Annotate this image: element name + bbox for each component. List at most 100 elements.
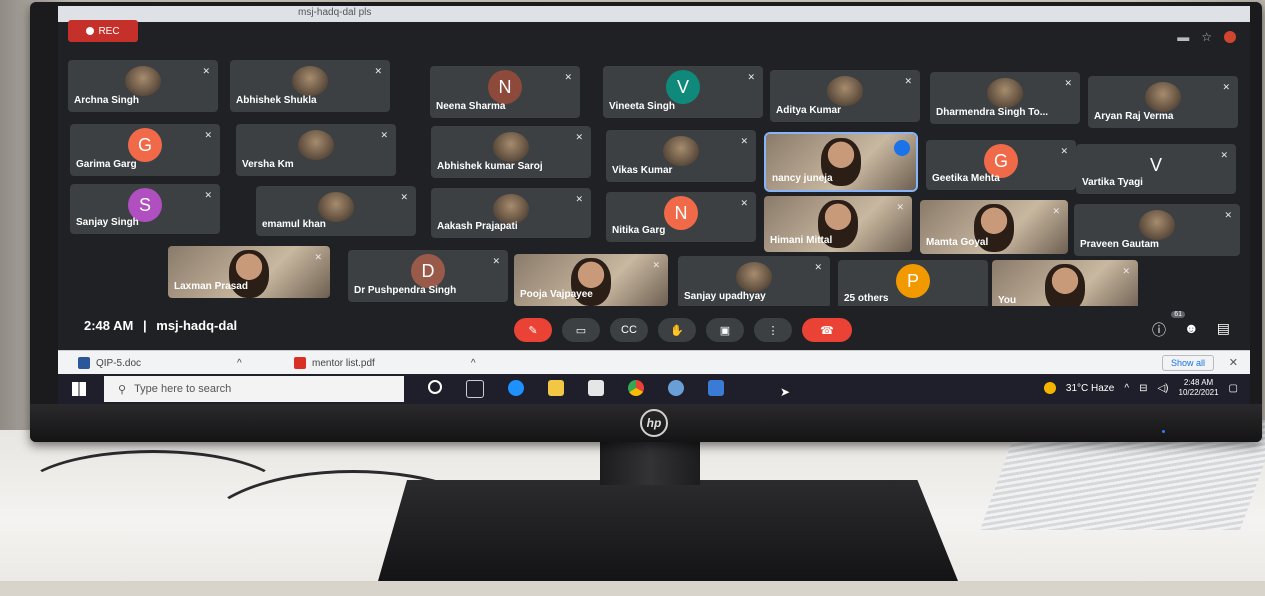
mic-muted-icon: ✕ <box>400 192 408 202</box>
participant-count-badge: 61 <box>1171 311 1185 318</box>
tab-title[interactable]: msj-hadq-dal pls <box>298 7 371 18</box>
speaking-indicator-icon <box>894 140 910 156</box>
participant-tile[interactable]: V Vineeta Singh ✕ <box>603 66 763 118</box>
network-icon[interactable]: ⊟ <box>1139 383 1147 394</box>
dash-icon[interactable]: ▬ <box>1177 30 1189 44</box>
cortana-icon[interactable] <box>428 380 442 394</box>
participant-name: nancy juneja <box>772 173 833 184</box>
participant-tile[interactable]: Aditya Kumar ✕ <box>770 70 920 122</box>
participant-avatar <box>493 194 529 224</box>
participant-name: emamul khan <box>262 219 326 230</box>
participant-tile[interactable]: G Geetika Mehta ✕ <box>926 140 1076 190</box>
participant-avatar <box>292 66 328 96</box>
participant-name: Aakash Prajapati <box>437 221 518 232</box>
participant-tile[interactable]: Dharmendra Singh To... ✕ <box>930 72 1080 124</box>
windows-start-icon[interactable] <box>72 382 86 396</box>
mic-muted-icon: ✕ <box>202 66 210 76</box>
participant-tile[interactable]: G Garima Garg ✕ <box>70 124 220 176</box>
profile-icon[interactable] <box>1224 31 1236 43</box>
participant-tile[interactable]: Praveen Gautam ✕ <box>1074 204 1240 256</box>
mic-off-icon[interactable]: ✎ <box>514 318 552 342</box>
mic-muted-icon: ✕ <box>314 252 322 262</box>
chrome-icon[interactable] <box>628 380 644 396</box>
participant-tile[interactable]: emamul khan ✕ <box>256 186 416 236</box>
mic-muted-icon: ✕ <box>740 136 748 146</box>
taskbar-search[interactable]: ⚲ Type here to search <box>104 376 404 402</box>
participant-tile[interactable]: Aakash Prajapati ✕ <box>431 188 591 238</box>
participant-tile[interactable]: Himani Mittal ✕ <box>764 196 912 252</box>
participant-name: Praveen Gautam <box>1080 239 1159 250</box>
participant-name: Vartika Tyagi <box>1082 177 1143 188</box>
app-icon[interactable] <box>708 380 724 396</box>
doc-file-icon <box>78 357 90 369</box>
participant-tile[interactable]: Archna Singh ✕ <box>68 60 218 112</box>
mic-muted-icon: ✕ <box>814 262 822 272</box>
notifications-icon[interactable]: ▢ <box>1229 383 1238 394</box>
store-icon[interactable] <box>588 380 604 396</box>
participant-tile[interactable]: N Nitika Garg ✕ <box>606 192 756 242</box>
app-icon[interactable] <box>668 380 684 396</box>
participant-tile[interactable]: Versha Km ✕ <box>236 124 396 176</box>
more-options-icon[interactable]: ⋮ <box>754 318 792 342</box>
participant-tile[interactable]: P 25 others <box>838 260 988 310</box>
participant-tile[interactable]: D Dr Pushpendra Singh ✕ <box>348 250 508 302</box>
info-icon[interactable]: ⓘ <box>1152 320 1166 340</box>
participant-name: Abhishek Shukla <box>236 95 317 106</box>
show-all-button[interactable]: Show all <box>1161 355 1214 371</box>
participant-name: Abhishek kumar Saroj <box>437 161 543 172</box>
pdf-file-icon <box>294 357 306 369</box>
participant-tile[interactable]: You ✕ <box>992 260 1138 312</box>
end-call-icon[interactable]: ☎ <box>802 318 852 342</box>
chevron-up-icon[interactable]: ^ <box>237 358 242 369</box>
participant-tile[interactable]: Mamta Goyal ✕ <box>920 200 1068 254</box>
star-icon[interactable]: ☆ <box>1201 30 1212 44</box>
mic-muted-icon: ✕ <box>1060 146 1068 156</box>
participant-video <box>1045 264 1085 312</box>
weather-label[interactable]: 31°C Haze <box>1066 383 1114 394</box>
participant-tile[interactable]: Laxman Prasad ✕ <box>168 246 330 298</box>
camera-icon[interactable]: ▭ <box>562 318 600 342</box>
participant-avatar: D <box>411 254 445 288</box>
mic-muted-icon: ✕ <box>1052 206 1060 216</box>
participant-tile[interactable]: Vikas Kumar ✕ <box>606 130 756 182</box>
participant-avatar: V <box>1139 148 1173 182</box>
taskbar-clock[interactable]: 2:48 AM 10/22/2021 <box>1179 378 1219 398</box>
mic-muted-icon: ✕ <box>564 72 572 82</box>
participant-tile[interactable]: Abhishek kumar Saroj ✕ <box>431 126 591 178</box>
meeting-side-controls: ⓘ ☻ ▤ <box>1152 320 1230 340</box>
participant-tile[interactable]: S Sanjay Singh ✕ <box>70 184 220 234</box>
participant-avatar <box>318 192 354 222</box>
screen: msj-hadq-dal pls ▬ ☆ REC Archna Singh ✕ Ab… <box>58 6 1250 404</box>
mic-muted-icon: ✕ <box>1122 266 1130 276</box>
present-icon[interactable]: ▣ <box>706 318 744 342</box>
file-explorer-icon[interactable] <box>548 380 564 396</box>
participant-tile[interactable]: nancy juneja <box>764 132 918 192</box>
task-view-icon[interactable] <box>466 380 484 398</box>
raise-hand-icon[interactable]: ✋ <box>658 318 696 342</box>
participant-tile[interactable]: Abhishek Shukla ✕ <box>230 60 390 112</box>
participant-tile[interactable]: Sanjay upadhyay ✕ <box>678 256 830 308</box>
system-tray: 31°C Haze ^ ⊟ ◁) 2:48 AM 10/22/2021 ▢ <box>1043 378 1238 398</box>
mic-muted-icon: ✕ <box>1064 78 1072 88</box>
participant-tile[interactable]: Pooja Vajpayee ✕ <box>514 254 668 306</box>
chevron-up-icon[interactable]: ^ <box>1124 383 1129 394</box>
participant-tile[interactable]: V Vartika Tyagi ✕ <box>1076 144 1236 194</box>
captions-icon[interactable]: CC <box>610 318 648 342</box>
download-item[interactable]: QIP-5.doc ^ <box>78 357 242 369</box>
participant-name: Garima Garg <box>76 159 137 170</box>
clock-date: 10/22/2021 <box>1178 388 1219 397</box>
edge-icon[interactable] <box>508 380 524 396</box>
close-icon[interactable]: ✕ <box>1229 356 1238 369</box>
mic-muted-icon: ✕ <box>492 256 500 266</box>
people-icon[interactable]: ☻ <box>1184 320 1199 340</box>
download-item[interactable]: mentor list.pdf ^ <box>294 357 476 369</box>
participant-name: 25 others <box>844 293 889 304</box>
chat-icon[interactable]: ▤ <box>1217 320 1230 340</box>
participant-tile[interactable]: Aryan Raj Verma ✕ <box>1088 76 1238 128</box>
participant-avatar: P <box>896 264 930 298</box>
search-placeholder: Type here to search <box>134 383 232 395</box>
volume-icon[interactable]: ◁) <box>1157 383 1168 394</box>
chevron-up-icon[interactable]: ^ <box>471 358 476 369</box>
participant-avatar <box>736 262 772 292</box>
participant-tile[interactable]: N Neena Sharma ✕ <box>430 66 580 118</box>
